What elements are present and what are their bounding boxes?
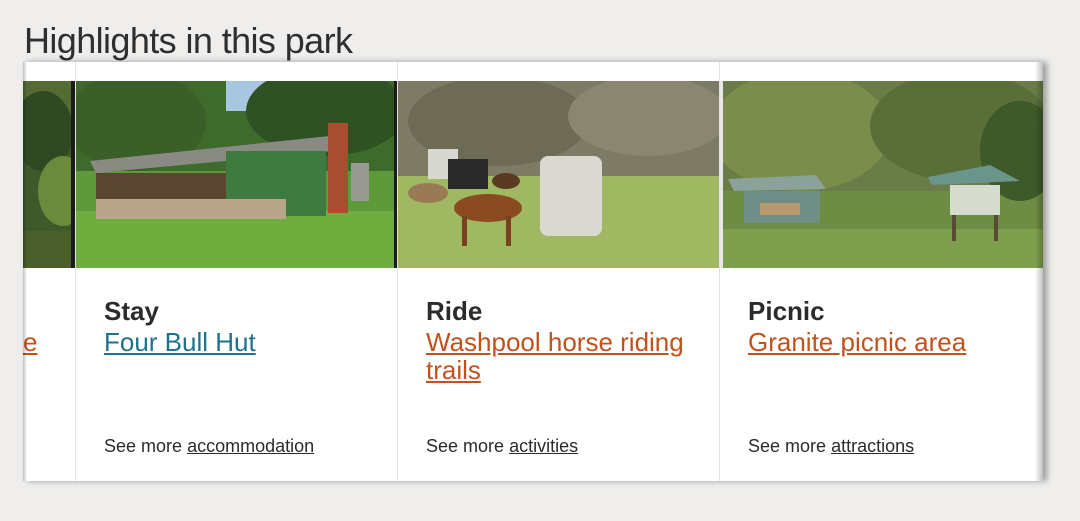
- see-more-attractions-link[interactable]: attractions: [831, 436, 914, 456]
- highlight-card-ride[interactable]: Ride Washpool horse riding trails See mo…: [397, 62, 720, 481]
- highlight-card-picnic[interactable]: Picnic Granite picnic area See more attr…: [719, 62, 1043, 481]
- see-more-prefix: See more: [748, 436, 827, 456]
- card-category-label: Stay: [104, 296, 159, 326]
- highlight-card-stay[interactable]: Stay Four Bull Hut See more accommodatio…: [75, 62, 398, 481]
- card-photo-horse-riding: [398, 81, 720, 268]
- see-more-activities-link[interactable]: activities: [509, 436, 578, 456]
- card-photo-granite-picnic-area: [720, 81, 1043, 268]
- partial-card[interactable]: e: [23, 62, 75, 481]
- card-photo-four-bull-hut: [76, 81, 398, 268]
- partial-card-photo: [23, 81, 75, 268]
- card-title-link-granite-picnic-area[interactable]: Granite picnic area: [748, 328, 1008, 356]
- see-more-prefix: See more: [426, 436, 505, 456]
- carousel-right-shadow: [1035, 62, 1043, 481]
- see-more-accommodation-link[interactable]: accommodation: [187, 436, 314, 456]
- highlights-carousel[interactable]: e Stay Four Bull Hut See more accommodat…: [23, 62, 1043, 481]
- card-title-link-washpool-horse-riding-trails[interactable]: Washpool horse riding trails: [426, 328, 686, 384]
- section-heading: Highlights in this park: [24, 20, 353, 61]
- see-more-line: See more activities: [426, 436, 578, 457]
- see-more-line: See more accommodation: [104, 436, 314, 457]
- card-category-label: Ride: [426, 296, 483, 326]
- card-category-label: Picnic: [748, 296, 825, 326]
- see-more-line: See more attractions: [748, 436, 914, 457]
- carousel-left-shadow: [23, 62, 27, 481]
- see-more-prefix: See more: [104, 436, 183, 456]
- card-title-link-four-bull-hut[interactable]: Four Bull Hut: [104, 328, 364, 356]
